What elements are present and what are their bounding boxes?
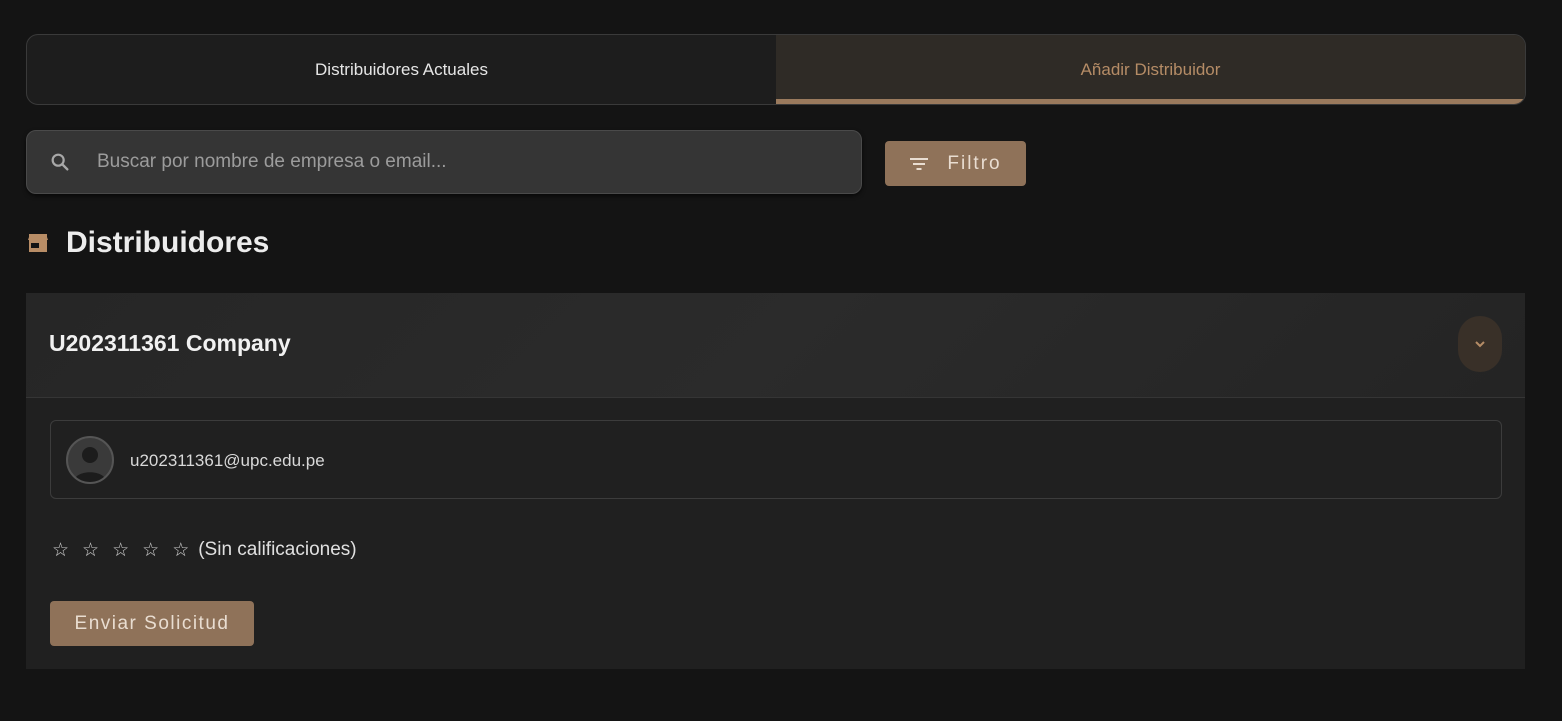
section-header: Distribuidores <box>28 226 269 260</box>
send-request-button[interactable]: Enviar Solicitud <box>50 601 254 646</box>
avatar <box>66 436 114 484</box>
star-icon: ☆ <box>52 539 70 561</box>
search-input[interactable] <box>95 150 861 174</box>
send-request-label: Enviar Solicitud <box>74 612 230 634</box>
rating-label: (Sin calificaciones) <box>198 539 357 560</box>
tab-current-distributors[interactable]: Distribuidores Actuales <box>27 35 776 104</box>
star-icon: ☆ <box>172 539 190 561</box>
search-icon <box>51 153 69 171</box>
page-title: Distribuidores <box>66 226 270 259</box>
contact-email: u202311361@upc.edu.pe <box>130 451 325 470</box>
expand-button[interactable] <box>1458 316 1502 372</box>
chevron-down-icon <box>1475 341 1485 348</box>
user-icon <box>74 447 106 482</box>
search-bar <box>26 130 862 194</box>
filter-label: Filtro <box>947 152 1002 174</box>
distributor-card: U202311361 Company u202311361@upc.edu.pe… <box>26 293 1525 669</box>
store-icon <box>28 234 48 252</box>
star-icon: ☆ <box>82 539 100 561</box>
company-name: U202311361 Company <box>49 330 291 356</box>
rating: ☆ ☆ ☆ ☆ ☆ (Sin calificaciones) <box>52 539 357 561</box>
contact-box: u202311361@upc.edu.pe <box>50 420 1502 499</box>
tab-bar: Distribuidores Actuales Añadir Distribui… <box>26 34 1526 105</box>
distributor-card-header[interactable]: U202311361 Company <box>26 293 1525 398</box>
star-icon: ☆ <box>142 539 160 561</box>
tab-label: Distribuidores Actuales <box>315 59 488 79</box>
filter-icon <box>910 157 929 170</box>
tab-add-distributor[interactable]: Añadir Distribuidor <box>776 35 1525 104</box>
tab-label: Añadir Distribuidor <box>1080 59 1221 79</box>
filter-button[interactable]: Filtro <box>885 141 1026 186</box>
star-icon: ☆ <box>112 539 130 561</box>
